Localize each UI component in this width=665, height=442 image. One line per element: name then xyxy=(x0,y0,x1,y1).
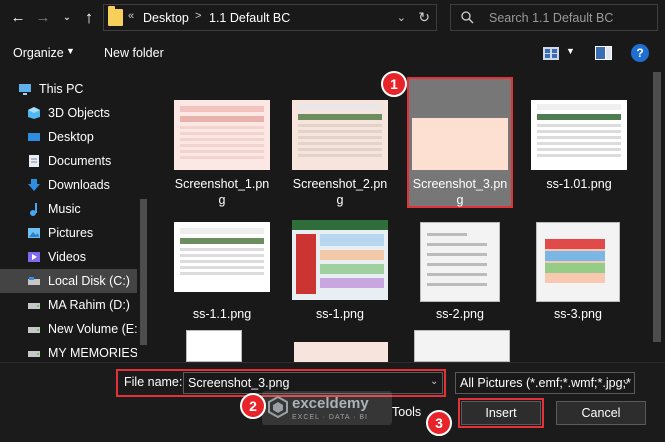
sidebar-item-desktop[interactable]: Desktop xyxy=(0,125,150,149)
search-icon xyxy=(461,11,474,24)
file-thumbnail-partial xyxy=(186,330,242,362)
file-name: ss-2.png xyxy=(436,307,484,321)
file-list-scroll-thumb[interactable] xyxy=(653,72,661,342)
file-type-select[interactable]: All Pictures (*.emf;*.wmf;*.jpg;* xyxy=(455,372,635,394)
sidebar-item-label: Local Disk (C:) xyxy=(48,274,130,288)
pictures-icon xyxy=(28,228,40,238)
watermark-name: exceldemy xyxy=(292,395,369,412)
watermark-tagline: EXCEL · DATA · BI xyxy=(292,414,368,421)
file-thumbnail xyxy=(292,100,388,170)
sidebar-item-ma-rahim-d[interactable]: MA Rahim (D:) xyxy=(0,293,150,317)
file-type-dropdown-icon[interactable]: ⌄ xyxy=(622,376,630,387)
monitor-icon xyxy=(19,84,31,95)
breadcrumb-separator-icon: > xyxy=(195,10,202,22)
exceldemy-logo-icon xyxy=(268,396,288,418)
new-folder-button[interactable]: New folder xyxy=(104,46,164,60)
file-thumbnail xyxy=(412,82,508,170)
drive-icon xyxy=(28,327,40,333)
download-icon xyxy=(28,179,40,191)
sidebar-item-label: Documents xyxy=(48,154,112,168)
forward-button[interactable]: → xyxy=(33,8,53,28)
sidebar-item-this-pc[interactable]: This PC xyxy=(0,77,150,101)
sidebar-item-music[interactable]: Music xyxy=(0,197,150,221)
file-thumbnail xyxy=(420,222,500,302)
help-icon[interactable]: ? xyxy=(631,44,649,62)
sidebar-scrollbar[interactable] xyxy=(137,75,150,361)
file-name: ss-1.01.png xyxy=(546,177,612,191)
search-placeholder: Search 1.1 Default BC xyxy=(489,11,614,25)
overflow-chevron[interactable]: « xyxy=(128,10,134,22)
file-name: Screenshot_2.pn xyxy=(292,177,388,191)
breadcrumb-desktop[interactable]: Desktop xyxy=(143,11,189,25)
refresh-icon[interactable]: ↻ xyxy=(418,9,430,26)
music-icon xyxy=(30,203,37,216)
sidebar-item-label: Music xyxy=(48,202,81,216)
file-thumbnail xyxy=(174,222,270,292)
file-name: ss-1.1.png xyxy=(192,307,252,321)
callout-badge-2: 2 xyxy=(240,393,266,419)
file-name: Screenshot_3.pn xyxy=(412,177,508,191)
cancel-button[interactable]: Cancel xyxy=(556,401,646,425)
file-thumbnail-partial xyxy=(414,330,510,362)
sidebar-scroll-thumb[interactable] xyxy=(140,199,147,345)
organize-menu[interactable]: Organize xyxy=(13,46,64,60)
sidebar-item-label: Videos xyxy=(48,250,86,264)
sidebar-item-my-memories[interactable]: MY MEMORIES ( xyxy=(0,341,150,362)
video-icon xyxy=(28,252,40,262)
sidebar-item-downloads[interactable]: Downloads xyxy=(0,173,150,197)
file-name-wrap: g xyxy=(456,193,464,207)
sidebar-item-label: MY MEMORIES ( xyxy=(48,346,146,360)
file-name: ss-3.png xyxy=(554,307,602,321)
file-thumbnail xyxy=(536,222,620,302)
file-thumbnail xyxy=(292,220,388,300)
file-name-wrap: g xyxy=(336,193,344,207)
sidebar-item-pictures[interactable]: Pictures xyxy=(0,221,150,245)
sidebar-item-label: Downloads xyxy=(48,178,110,192)
breadcrumb-current-folder[interactable]: 1.1 Default BC xyxy=(209,11,290,25)
file-thumbnail-partial xyxy=(294,342,388,362)
file-name-wrap: g xyxy=(218,193,226,207)
sidebar-item-label: MA Rahim (D:) xyxy=(48,298,130,312)
back-button[interactable]: ← xyxy=(8,8,28,28)
file-thumbnail xyxy=(531,100,627,170)
file-list-scrollbar[interactable] xyxy=(648,70,665,362)
up-button[interactable]: ↑ xyxy=(79,8,99,28)
file-thumbnail xyxy=(174,100,270,170)
recent-locations-button[interactable]: ⌄ xyxy=(57,8,77,28)
document-icon xyxy=(29,155,39,167)
organize-caret-icon[interactable]: ▼ xyxy=(66,46,75,56)
file-name: Screenshot_1.pn xyxy=(174,177,270,191)
sidebar-item-label: Desktop xyxy=(48,130,94,144)
sidebar-item-documents[interactable]: Documents xyxy=(0,149,150,173)
sidebar-item-videos[interactable]: Videos xyxy=(0,245,150,269)
sidebar-item-local-disk-c[interactable]: Local Disk (C:) xyxy=(0,269,150,293)
preview-pane-icon[interactable] xyxy=(595,46,612,60)
insert-highlight xyxy=(458,398,544,428)
sidebar-item-label: This PC xyxy=(39,82,84,96)
address-bar[interactable]: « Desktop > 1.1 Default BC ⌄ ↻ xyxy=(103,4,437,31)
drive-icon xyxy=(28,351,40,357)
desktop-icon xyxy=(28,133,40,141)
view-options-caret-icon[interactable]: ▼ xyxy=(566,46,575,56)
callout-badge-3: 3 xyxy=(426,410,452,436)
drive-icon xyxy=(28,277,40,285)
search-box[interactable]: Search 1.1 Default BC xyxy=(450,4,658,31)
sidebar-item-3d-objects[interactable]: 3D Objects xyxy=(0,101,150,125)
sidebar-item-new-volume-e[interactable]: New Volume (E:) xyxy=(0,317,150,341)
file-name: ss-1.png xyxy=(316,307,364,321)
address-dropdown-icon[interactable]: ⌄ xyxy=(397,11,406,24)
sidebar-item-label: Pictures xyxy=(48,226,94,240)
sidebar-item-label: 3D Objects xyxy=(48,106,110,120)
sidebar-item-label: New Volume (E:) xyxy=(48,322,142,336)
callout-badge-1: 1 xyxy=(381,71,407,97)
drive-icon xyxy=(28,303,40,309)
cube-icon xyxy=(28,107,40,119)
folder-icon xyxy=(108,6,123,26)
tools-menu[interactable]: Tools xyxy=(392,405,421,419)
view-options-icon[interactable] xyxy=(543,47,559,60)
